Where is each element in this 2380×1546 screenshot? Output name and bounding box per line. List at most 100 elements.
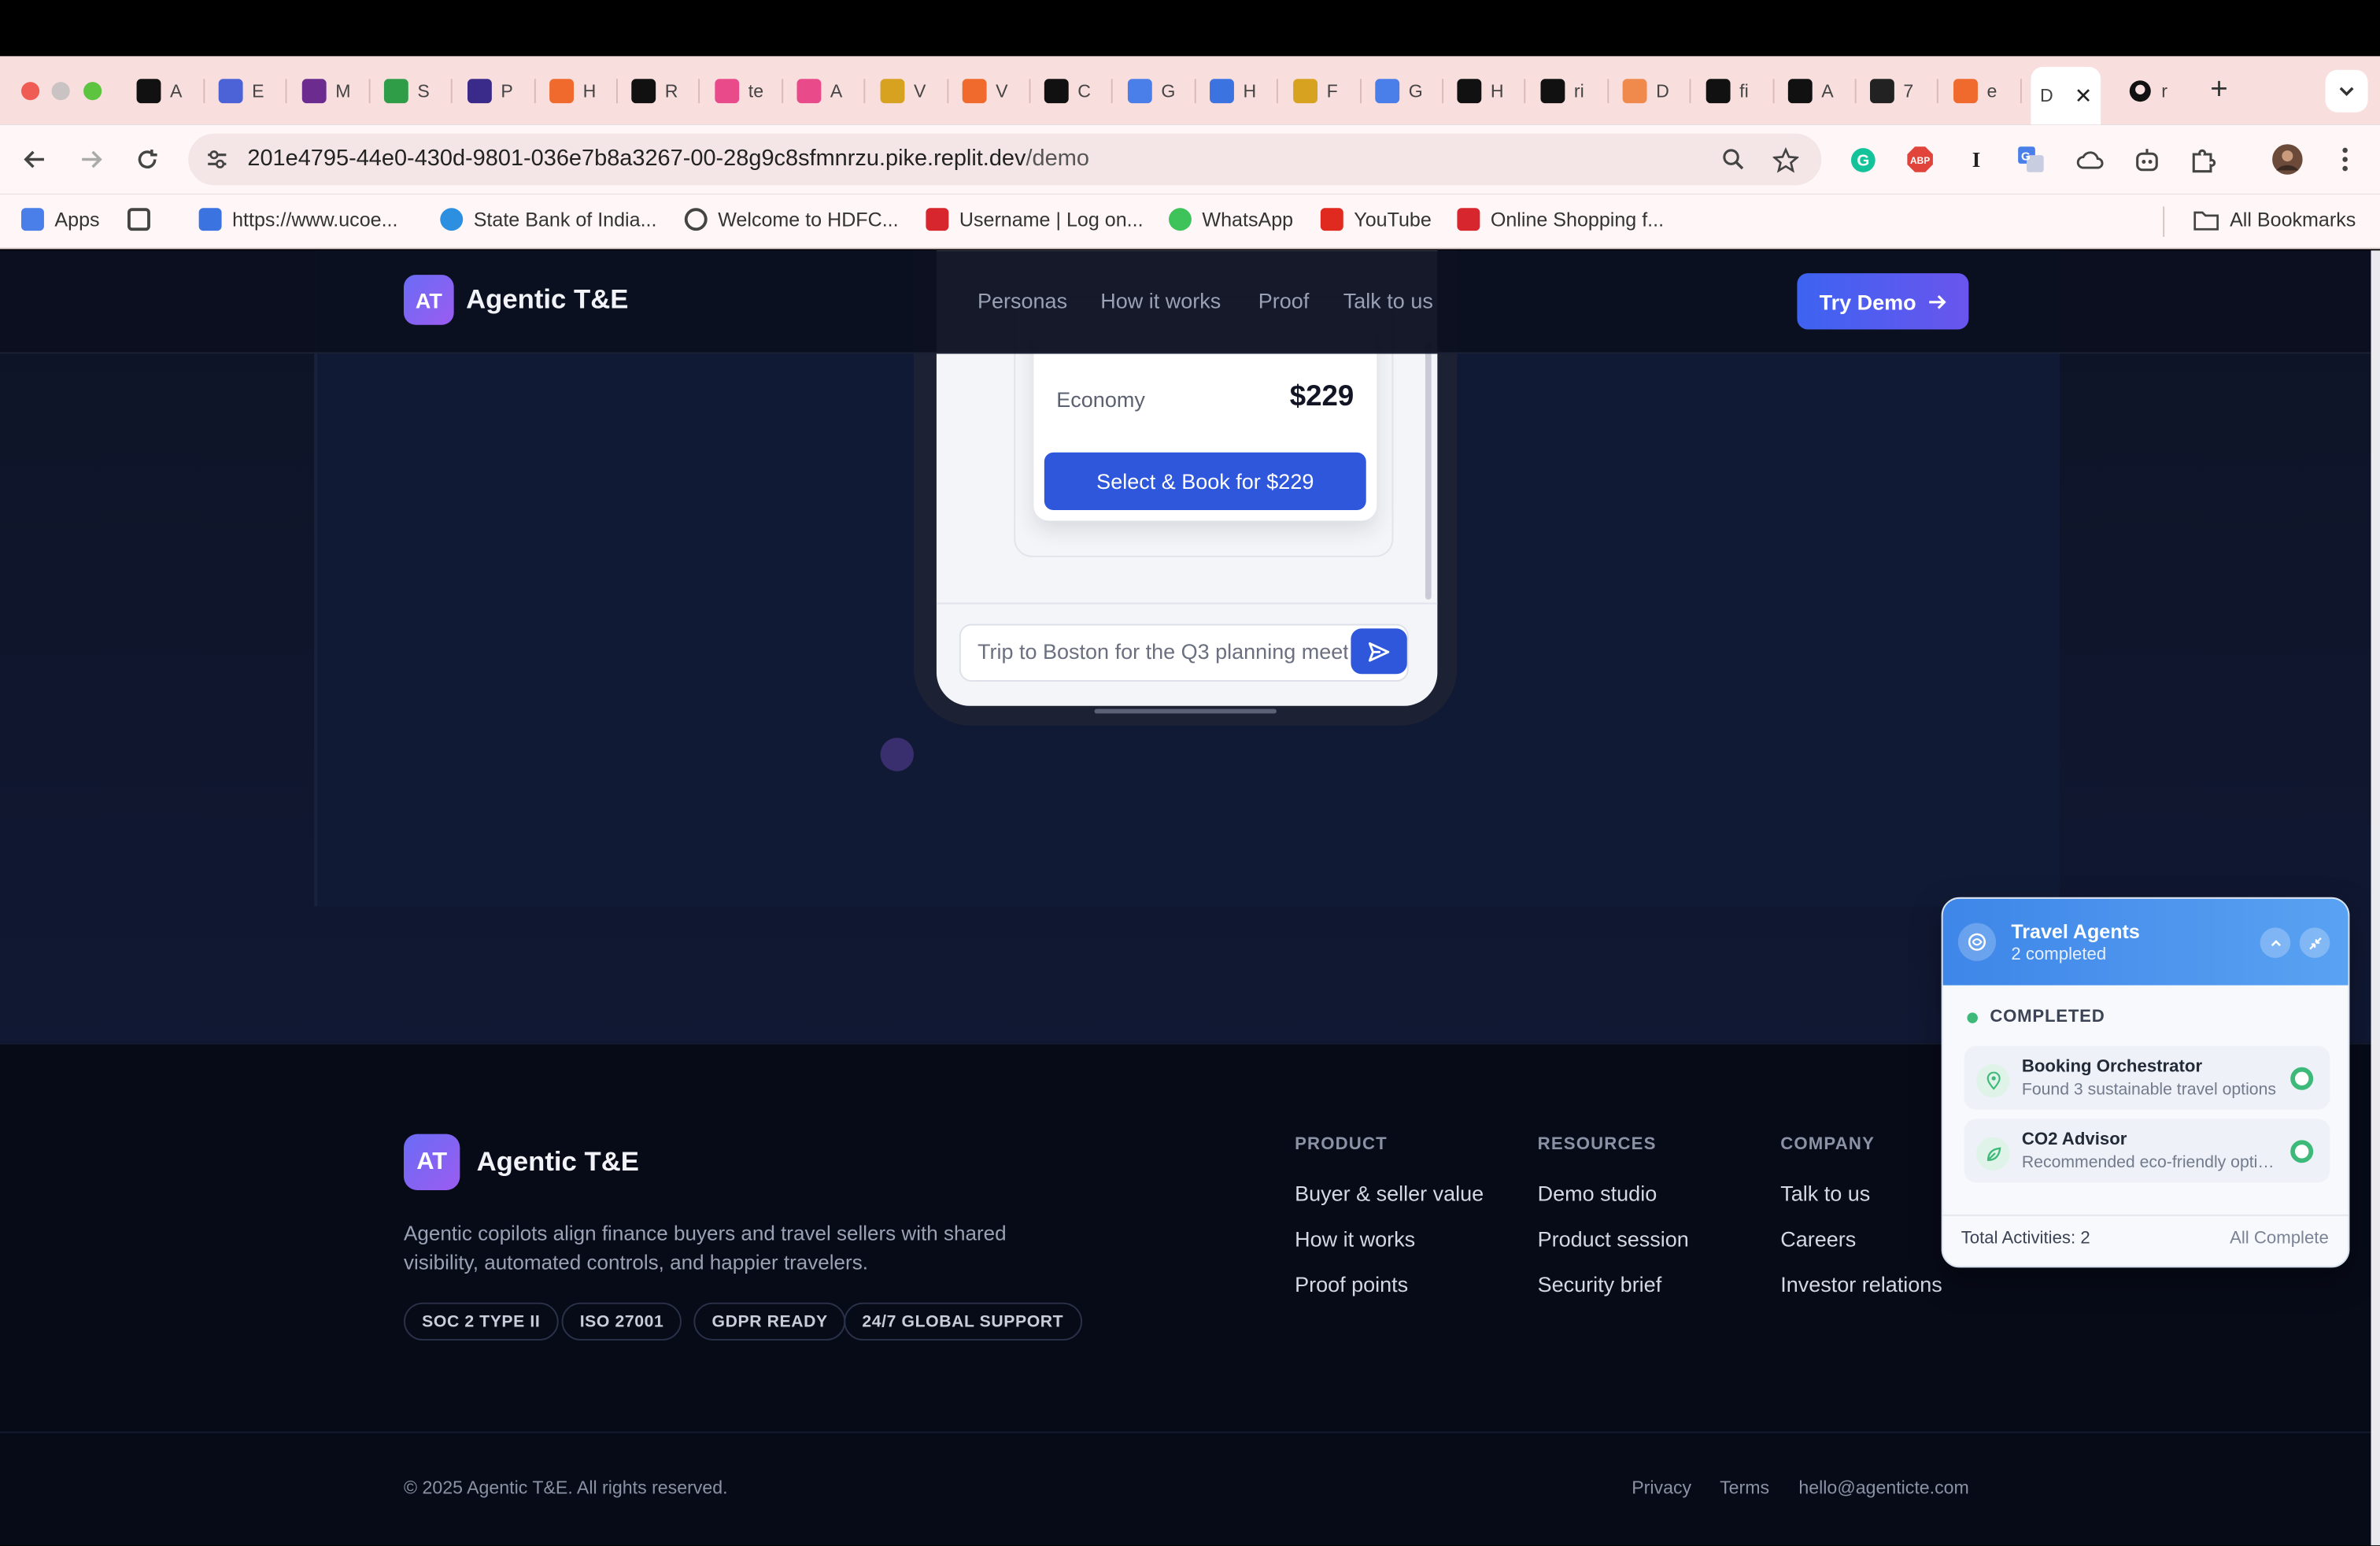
adblock-icon[interactable]: ABP <box>1905 144 1935 175</box>
site-settings-icon[interactable] <box>203 146 231 173</box>
try-demo-button[interactable]: Try Demo <box>1797 273 1969 330</box>
tab-search-button[interactable] <box>2325 69 2368 113</box>
tab-favicon-icon <box>1457 79 1482 104</box>
browser-tab[interactable]: te <box>706 70 773 113</box>
logo-badge[interactable]: AT <box>403 275 454 325</box>
bookmark-item[interactable]: Username | Log on... <box>926 208 1144 231</box>
footer-link[interactable]: Demo studio <box>1538 1181 1658 1205</box>
bookmark-star-icon[interactable] <box>1770 144 1801 175</box>
browser-tab[interactable]: F <box>1284 70 1351 113</box>
svg-text:ABP: ABP <box>1910 155 1930 166</box>
agent-item-co2-advisor[interactable]: CO2 Advisor Recommended eco-friendly opt… <box>1964 1119 2330 1183</box>
tab-separator <box>782 79 784 104</box>
browser-menu-icon[interactable] <box>2330 144 2360 175</box>
footer-link[interactable]: Talk to us <box>1780 1181 1870 1205</box>
browser-tab[interactable]: A <box>788 70 855 113</box>
footer-link[interactable]: Product session <box>1538 1226 1689 1251</box>
tab-title: fi <box>1739 80 1749 102</box>
browser-tab[interactable]: M <box>293 70 360 113</box>
bookmark-item[interactable]: Online Shopping f... <box>1457 208 1664 231</box>
back-button[interactable] <box>17 141 53 177</box>
tab-favicon-icon <box>549 79 574 104</box>
browser-tab[interactable]: D <box>1613 70 1680 113</box>
browser-tab[interactable]: H <box>1200 70 1267 113</box>
bookmark-item[interactable]: Apps <box>20 208 100 231</box>
select-and-book-button[interactable]: Select & Book for $229 <box>1044 452 1366 510</box>
nav-link-how-it-works[interactable]: How it works <box>1100 288 1221 313</box>
browser-tab[interactable]: E <box>209 70 276 113</box>
reload-button[interactable] <box>129 141 165 177</box>
cloud-icon[interactable] <box>2075 144 2105 175</box>
brand-name[interactable]: Agentic T&E <box>466 284 628 316</box>
footer-link[interactable]: Investor relations <box>1780 1272 1942 1296</box>
tab-active[interactable]: D ✕ <box>2031 66 2101 125</box>
tab-title: ri <box>1573 80 1584 102</box>
footer-link[interactable]: Careers <box>1780 1226 1856 1251</box>
tab-separator <box>863 79 866 104</box>
browser-tab[interactable]: A <box>1779 70 1846 113</box>
close-tab-icon[interactable]: ✕ <box>2075 83 2093 109</box>
zoom-icon[interactable] <box>1718 144 1749 175</box>
browser-tab[interactable]: fi <box>1697 70 1764 113</box>
nav-link-talk-to-us[interactable]: Talk to us <box>1343 288 1433 313</box>
send-button[interactable] <box>1351 628 1407 675</box>
browser-tab[interactable]: V <box>953 70 1020 113</box>
browser-tab[interactable]: V <box>871 70 938 113</box>
new-tab-button[interactable]: + <box>2204 73 2234 108</box>
minimize-widget-button[interactable] <box>2299 927 2330 958</box>
bookmark-item[interactable]: WhatsApp <box>1168 208 1293 231</box>
browser-tab[interactable]: G <box>1118 70 1185 113</box>
page-scrollbar[interactable] <box>2371 250 2380 1546</box>
footer-link[interactable]: Buyer & seller value <box>1295 1181 1484 1205</box>
browser-tab[interactable]: H <box>541 70 608 113</box>
phone-scrollbar[interactable] <box>1425 341 1432 600</box>
bookmark-item[interactable]: YouTube <box>1320 208 1432 231</box>
grammarly-icon[interactable]: G <box>1847 144 1878 175</box>
minimize-window-button[interactable] <box>51 82 70 101</box>
browser-tab[interactable]: e <box>1944 70 2011 113</box>
nav-link-proof[interactable]: Proof <box>1258 288 1310 313</box>
translate-icon[interactable]: G <box>2016 144 2046 175</box>
star-icon <box>1772 146 1798 172</box>
robot-extension-icon[interactable] <box>2131 144 2162 175</box>
bookmark-item[interactable]: https://www.ucoe... <box>198 208 397 231</box>
browser-tab[interactable]: P <box>458 70 525 113</box>
tab-last[interactable]: r <box>2119 70 2186 113</box>
zoom-window-button[interactable] <box>83 82 102 101</box>
browser-tab[interactable]: S <box>375 70 442 113</box>
browser-tab[interactable]: ri <box>1532 70 1598 113</box>
footer-logo-badge[interactable]: AT <box>403 1134 460 1190</box>
footer-link[interactable]: Proof points <box>1295 1272 1408 1296</box>
collapse-widget-button[interactable] <box>2260 927 2291 958</box>
browser-tab[interactable]: H <box>1448 70 1515 113</box>
browser-window: A E M S P H Rte A V V C G H F G Hri Dfi A 7 e D ✕ r + 201e4… <box>0 0 2380 1546</box>
privacy-link[interactable]: Privacy <box>1632 1477 1691 1498</box>
terms-link[interactable]: Terms <box>1720 1477 1769 1498</box>
contact-email-link[interactable]: hello@agenticte.com <box>1798 1477 1968 1498</box>
tab-title: V <box>996 80 1008 102</box>
bookmark-item[interactable]: Welcome to HDFC... <box>684 208 899 231</box>
browser-tab[interactable]: A <box>128 70 194 113</box>
footer-link[interactable]: How it works <box>1295 1226 1415 1251</box>
forward-button[interactable] <box>73 141 109 177</box>
profile-avatar-icon[interactable] <box>2272 144 2303 175</box>
close-window-button[interactable] <box>20 82 40 101</box>
bookmark-item[interactable] <box>127 208 150 231</box>
badge-support: 24/7 GLOBAL SUPPORT <box>844 1302 1082 1341</box>
bookmark-item[interactable]: State Bank of India... <box>440 208 656 231</box>
url-text[interactable]: 201e4795-44e0-430d-9801-036e7b8a3267-00-… <box>247 146 1089 172</box>
all-bookmarks-button[interactable]: All Bookmarks <box>2193 208 2356 231</box>
chat-input-text[interactable]: Trip to Boston for the Q3 planning meeti… <box>978 639 1348 664</box>
tab-favicon-icon <box>1044 79 1069 104</box>
footer-brand-name[interactable]: Agentic T&E <box>477 1146 639 1178</box>
footer-link[interactable]: Security brief <box>1538 1272 1662 1296</box>
agent-item-booking-orchestrator[interactable]: Booking Orchestrator Found 3 sustainable… <box>1964 1045 2330 1110</box>
browser-tab[interactable]: 7 <box>1861 70 1927 113</box>
extensions-puzzle-icon[interactable] <box>2189 144 2219 175</box>
nav-link-personas[interactable]: Personas <box>978 288 1067 313</box>
browser-tab[interactable]: C <box>1035 70 1102 113</box>
browser-tab[interactable]: G <box>1366 70 1433 113</box>
browser-tab[interactable]: R <box>623 70 689 113</box>
instapaper-icon[interactable]: I <box>1961 144 1992 175</box>
tab-title: P <box>501 80 513 102</box>
